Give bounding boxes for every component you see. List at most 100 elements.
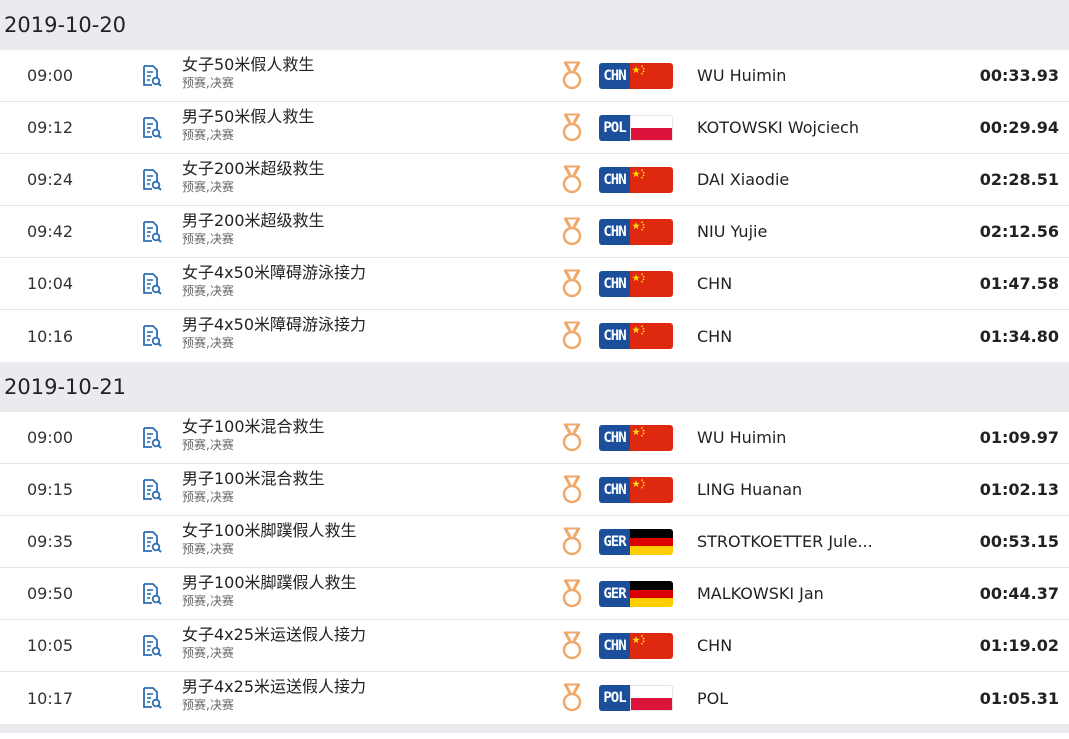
result-time: 01:34.80	[979, 326, 1059, 346]
event-name[interactable]: 女子4x50米障碍游泳接力	[182, 263, 366, 283]
event-row[interactable]: 09:12 男子50米假人救生 预赛,决赛 POL KOTOWSKI Wojci…	[0, 102, 1069, 154]
event-info[interactable]: 女子100米脚蹼假人救生 预赛,决赛	[182, 521, 357, 557]
flag-pol	[630, 115, 673, 141]
event-row[interactable]: 09:00 女子100米混合救生 预赛,决赛 CHN WU Huimin 01:…	[0, 412, 1069, 464]
date-label: 2019-10-21	[4, 375, 127, 399]
athlete-name[interactable]: DAI Xiaodie	[697, 170, 877, 189]
athlete-name[interactable]: WU Huimin	[697, 66, 877, 85]
country-code: CHN	[599, 271, 630, 297]
event-rounds: 预赛,决赛	[182, 336, 234, 350]
gold-medal-icon	[560, 165, 584, 195]
event-info[interactable]: 男子100米脚蹼假人救生 预赛,决赛	[182, 573, 357, 609]
result-time: 01:09.97	[979, 428, 1059, 447]
result-time: 00:44.37	[979, 584, 1059, 603]
event-info[interactable]: 男子200米超级救生 预赛,决赛	[182, 211, 325, 247]
athlete-name[interactable]: LING Huanan	[697, 480, 877, 499]
country-code: CHN	[599, 425, 630, 451]
event-row[interactable]: 09:42 男子200米超级救生 预赛,决赛 CHN NIU Yujie 02:…	[0, 206, 1069, 258]
document-search-icon[interactable]	[139, 324, 163, 348]
event-info[interactable]: 女子50米假人救生 预赛,决赛	[182, 55, 314, 91]
athlete-name[interactable]: CHN	[697, 327, 877, 346]
athlete-name[interactable]: CHN	[697, 274, 877, 293]
country-badge: CHN	[599, 219, 673, 245]
athlete-name[interactable]: NIU Yujie	[697, 222, 877, 241]
athlete-name[interactable]: STROTKOETTER Jule...	[697, 532, 877, 551]
country-badge: CHN	[599, 271, 673, 297]
document-search-icon[interactable]	[139, 530, 163, 554]
athlete-name[interactable]: KOTOWSKI Wojciech	[697, 118, 877, 137]
event-name[interactable]: 男子200米超级救生	[182, 211, 325, 231]
result-time: 00:53.15	[979, 532, 1059, 551]
event-name[interactable]: 女子200米超级救生	[182, 159, 325, 179]
country-code: POL	[599, 115, 630, 141]
result-time: 00:29.94	[979, 118, 1059, 137]
date-header: 2019-10-21	[0, 362, 1069, 412]
document-search-icon[interactable]	[139, 116, 163, 140]
next-date-header-strip	[0, 724, 1069, 733]
country-code: CHN	[599, 63, 630, 89]
gold-medal-icon	[560, 113, 584, 143]
gold-medal-icon	[560, 683, 584, 713]
event-name[interactable]: 男子4x50米障碍游泳接力	[182, 315, 366, 335]
country-badge: POL	[599, 115, 673, 141]
event-info[interactable]: 男子100米混合救生 预赛,决赛	[182, 469, 325, 505]
event-row[interactable]: 10:05 女子4x25米运送假人接力 预赛,决赛 CHN CHN 01:19.…	[0, 620, 1069, 672]
document-search-icon[interactable]	[139, 582, 163, 606]
event-row[interactable]: 10:04 女子4x50米障碍游泳接力 预赛,决赛 CHN CHN 01:47.…	[0, 258, 1069, 310]
country-badge: CHN	[599, 63, 673, 89]
event-rounds: 预赛,决赛	[182, 128, 234, 142]
athlete-name[interactable]: MALKOWSKI Jan	[697, 584, 877, 603]
event-info[interactable]: 女子4x25米运送假人接力 预赛,决赛	[182, 625, 366, 661]
country-code: POL	[599, 685, 630, 711]
event-name[interactable]: 男子4x25米运送假人接力	[182, 677, 366, 697]
event-time: 09:24	[27, 170, 74, 189]
event-row[interactable]: 10:16 男子4x50米障碍游泳接力 预赛,决赛 CHN CHN 01:34.…	[0, 310, 1069, 362]
document-search-icon[interactable]	[139, 272, 163, 296]
document-search-icon[interactable]	[139, 686, 163, 710]
event-name[interactable]: 女子100米混合救生	[182, 417, 325, 437]
event-time: 10:04	[27, 274, 74, 293]
flag-ger	[630, 581, 673, 607]
country-badge: CHN	[599, 425, 673, 451]
country-badge: CHN	[599, 633, 673, 659]
event-name[interactable]: 男子100米脚蹼假人救生	[182, 573, 357, 593]
flag-chn	[630, 63, 673, 89]
result-time: 00:33.93	[979, 66, 1059, 85]
athlete-name[interactable]: WU Huimin	[697, 428, 877, 447]
event-time: 09:12	[27, 118, 74, 137]
event-info[interactable]: 女子4x50米障碍游泳接力 预赛,决赛	[182, 263, 366, 299]
event-name[interactable]: 女子4x25米运送假人接力	[182, 625, 366, 645]
event-rounds: 预赛,决赛	[182, 698, 234, 712]
event-rounds: 预赛,决赛	[182, 542, 234, 556]
event-rounds: 预赛,决赛	[182, 76, 234, 90]
document-search-icon[interactable]	[139, 634, 163, 658]
event-row[interactable]: 09:24 女子200米超级救生 预赛,决赛 CHN DAI Xiaodie 0…	[0, 154, 1069, 206]
event-name[interactable]: 男子50米假人救生	[182, 107, 314, 127]
event-row[interactable]: 09:15 男子100米混合救生 预赛,决赛 CHN LING Huanan 0…	[0, 464, 1069, 516]
event-rounds: 预赛,决赛	[182, 646, 234, 660]
document-search-icon[interactable]	[139, 478, 163, 502]
athlete-name[interactable]: CHN	[697, 636, 877, 655]
document-search-icon[interactable]	[139, 220, 163, 244]
athlete-name[interactable]: POL	[697, 689, 877, 708]
event-row[interactable]: 09:35 女子100米脚蹼假人救生 预赛,决赛 GER STROTKOETTE…	[0, 516, 1069, 568]
country-code: CHN	[599, 219, 630, 245]
event-row[interactable]: 09:50 男子100米脚蹼假人救生 预赛,决赛 GER MALKOWSKI J…	[0, 568, 1069, 620]
result-time: 01:02.13	[979, 480, 1059, 499]
document-search-icon[interactable]	[139, 168, 163, 192]
event-info[interactable]: 男子50米假人救生 预赛,决赛	[182, 107, 314, 143]
event-name[interactable]: 女子50米假人救生	[182, 55, 314, 75]
gold-medal-icon	[560, 631, 584, 661]
event-row[interactable]: 09:00 女子50米假人救生 预赛,决赛 CHN WU Huimin 00:3…	[0, 50, 1069, 102]
event-row[interactable]: 10:17 男子4x25米运送假人接力 预赛,决赛 POL POL 01:05.…	[0, 672, 1069, 724]
event-info[interactable]: 女子100米混合救生 预赛,决赛	[182, 417, 325, 453]
event-name[interactable]: 男子100米混合救生	[182, 469, 325, 489]
event-info[interactable]: 男子4x50米障碍游泳接力 预赛,决赛	[182, 315, 366, 351]
document-search-icon[interactable]	[139, 426, 163, 450]
gold-medal-icon	[560, 475, 584, 505]
flag-chn	[630, 425, 673, 451]
event-info[interactable]: 女子200米超级救生 预赛,决赛	[182, 159, 325, 195]
document-search-icon[interactable]	[139, 64, 163, 88]
event-name[interactable]: 女子100米脚蹼假人救生	[182, 521, 357, 541]
event-info[interactable]: 男子4x25米运送假人接力 预赛,决赛	[182, 677, 366, 713]
